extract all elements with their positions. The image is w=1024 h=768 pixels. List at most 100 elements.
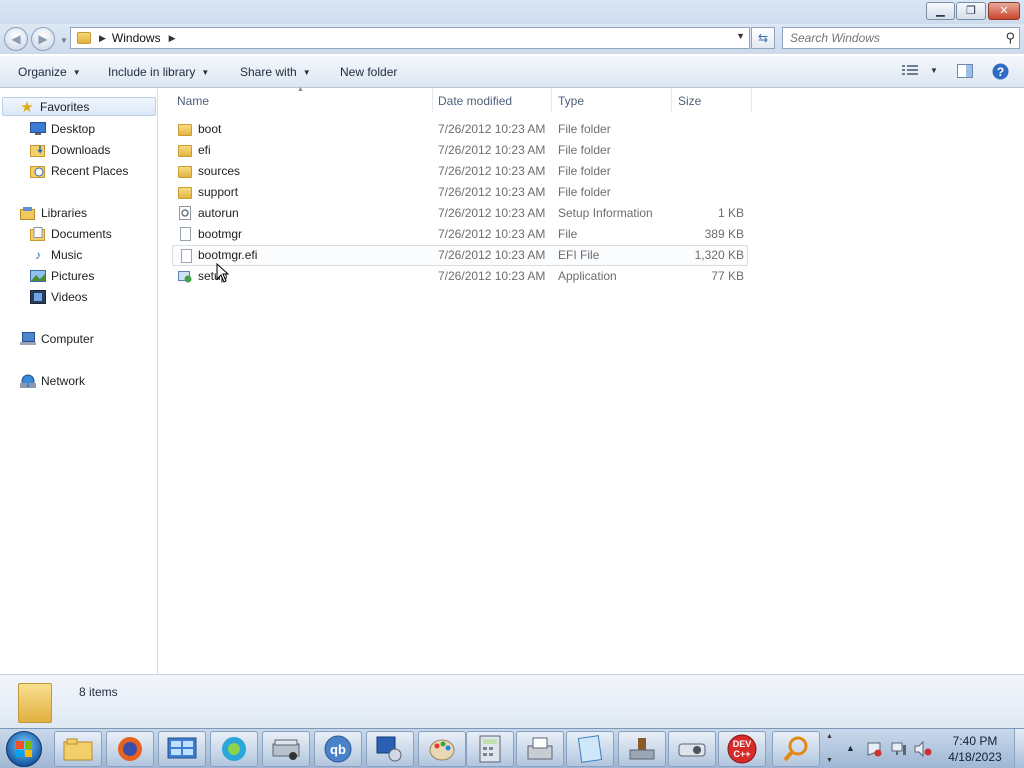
volume-muted-icon[interactable] [914, 740, 932, 760]
file-type: Setup Information [558, 206, 653, 220]
folder-icon [178, 187, 192, 199]
file-name[interactable]: autorun [198, 206, 239, 220]
file-name[interactable]: bootmgr.efi [198, 248, 257, 262]
back-arrow-icon: ◀ [11, 32, 21, 46]
file-date: 7/26/2012 10:23 AM [438, 185, 546, 199]
minimize-button[interactable]: ▁ [926, 2, 955, 20]
nav-documents-label: Documents [51, 226, 112, 241]
taskbar-usb[interactable] [618, 731, 666, 767]
nav-network[interactable]: Network [20, 371, 85, 390]
desktop-icon [30, 122, 46, 136]
back-button[interactable]: ◀ [4, 27, 28, 51]
network-tray-icon[interactable] [891, 741, 907, 760]
file-name[interactable]: support [198, 185, 238, 199]
nav-downloads[interactable]: Downloads [30, 140, 110, 159]
system-clock[interactable]: 7:40 PM 4/18/2023 [940, 733, 1010, 765]
nav-pictures[interactable]: Pictures [30, 266, 94, 285]
column-type[interactable]: Type [558, 94, 584, 108]
column-divider[interactable] [551, 89, 552, 113]
taskbar-paint[interactable] [418, 731, 466, 767]
column-size[interactable]: Size [678, 94, 701, 108]
paint-icon [429, 739, 455, 761]
notepad-icon [577, 735, 603, 763]
column-divider[interactable] [432, 89, 433, 113]
file-row[interactable]: bootmgr.efi 7/26/2012 10:23 AM EFI File … [172, 245, 748, 266]
file-name[interactable]: bootmgr [198, 227, 242, 241]
address-dropdown-icon[interactable]: ▼ [736, 31, 745, 41]
taskbar-devcpp[interactable]: DEV C++ [718, 731, 766, 767]
devcpp-icon: DEVC++ [727, 734, 757, 764]
file-row[interactable]: boot 7/26/2012 10:23 AM File folder [172, 119, 748, 140]
network-icon [20, 374, 36, 388]
file-name[interactable]: sources [198, 164, 240, 178]
nav-libraries[interactable]: Libraries [20, 203, 87, 222]
column-divider[interactable] [751, 89, 752, 113]
nav-documents[interactable]: Documents [30, 224, 112, 243]
taskbar-fax[interactable] [516, 731, 564, 767]
nav-computer[interactable]: Computer [20, 329, 94, 348]
forward-button[interactable]: ▶ [31, 27, 55, 51]
preview-pane-button[interactable] [957, 64, 973, 78]
taskbar-scanner[interactable] [262, 731, 310, 767]
recent-places-icon [30, 164, 46, 178]
file-name[interactable]: efi [198, 143, 211, 157]
organize-button[interactable]: Organize ▼ [18, 65, 81, 79]
nav-favorites[interactable]: ★ Favorites [2, 97, 156, 116]
change-view-button[interactable]: ▼ [902, 64, 938, 76]
show-desktop-button[interactable] [1014, 729, 1024, 768]
file-icon [180, 227, 191, 241]
taskbar-explorer[interactable] [54, 731, 102, 767]
file-size: 1,320 KB [694, 248, 744, 262]
taskbar-network[interactable] [366, 731, 414, 767]
show-hidden-icons-button[interactable]: ▲ [846, 743, 855, 753]
share-with-button[interactable]: Share with ▼ [240, 65, 311, 79]
help-button[interactable]: ? [992, 63, 1009, 80]
file-name[interactable]: boot [198, 122, 221, 136]
file-row[interactable]: sources 7/26/2012 10:23 AM File folder [172, 161, 748, 182]
taskbar-calculator[interactable] [466, 731, 514, 767]
folder-icon [18, 683, 52, 723]
taskbar-control-panel[interactable] [158, 731, 206, 767]
include-in-library-label: Include in library [108, 65, 196, 79]
close-button[interactable]: ✕ [988, 2, 1020, 20]
magnifier-icon [783, 736, 808, 762]
file-row[interactable]: autorun 7/26/2012 10:23 AM Setup Informa… [172, 203, 748, 224]
file-row[interactable]: setup 7/26/2012 10:23 AM Application 77 … [172, 266, 748, 287]
file-type: EFI File [558, 248, 600, 262]
taskbar-qbittorrent[interactable]: qb [314, 731, 362, 767]
refresh-button[interactable]: ⇆ [751, 27, 775, 49]
column-name[interactable]: Name [177, 94, 209, 108]
breadcrumb-windows[interactable]: Windows [112, 31, 161, 45]
nav-desktop[interactable]: Desktop [30, 119, 95, 138]
taskbar-browser[interactable] [210, 731, 258, 767]
search-icon[interactable]: ⚲ [1005, 30, 1015, 46]
taskbar-firefox[interactable] [106, 731, 154, 767]
nav-videos[interactable]: Videos [30, 287, 87, 306]
breadcrumb-separator-icon[interactable]: ▶ [169, 33, 176, 44]
recent-pages-dropdown[interactable]: ▼ [60, 36, 68, 45]
preview-pane-icon [957, 64, 973, 78]
nav-computer-label: Computer [41, 331, 94, 346]
nav-music[interactable]: ♪ Music [30, 245, 82, 264]
address-bar[interactable]: ▶ Windows ▶ ▼ [70, 27, 750, 49]
file-row[interactable]: bootmgr 7/26/2012 10:23 AM File 389 KB [172, 224, 748, 245]
maximize-button[interactable]: ❐ [956, 2, 986, 20]
taskbar-scroll[interactable]: ▲ ▼ [826, 731, 836, 767]
column-divider[interactable] [671, 89, 672, 113]
new-folder-button[interactable]: New folder [340, 65, 397, 79]
share-with-label: Share with [240, 65, 297, 79]
taskbar-magnifier[interactable] [772, 731, 820, 767]
file-row[interactable]: efi 7/26/2012 10:23 AM File folder [172, 140, 748, 161]
file-row[interactable]: support 7/26/2012 10:23 AM File folder [172, 182, 748, 203]
search-input[interactable] [783, 28, 983, 48]
nav-recent-places[interactable]: Recent Places [30, 161, 128, 180]
taskbar-projector[interactable] [668, 731, 716, 767]
breadcrumb-separator-icon[interactable]: ▶ [99, 33, 106, 44]
start-button[interactable] [6, 731, 42, 767]
column-date-modified[interactable]: Date modified [438, 94, 512, 108]
action-center-icon[interactable] [866, 741, 882, 760]
include-in-library-button[interactable]: Include in library ▼ [108, 65, 209, 79]
taskbar-notepad[interactable] [566, 731, 614, 767]
documents-icon [30, 226, 46, 241]
search-box[interactable]: ⚲ [782, 27, 1020, 49]
